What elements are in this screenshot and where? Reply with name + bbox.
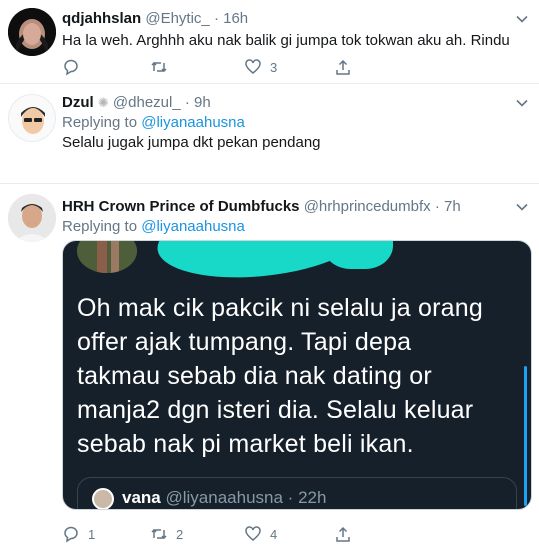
image-avatar: [77, 241, 137, 273]
retweet-button[interactable]: 2: [150, 524, 183, 544]
avatar[interactable]: [8, 94, 56, 142]
reply-icon: [64, 59, 78, 76]
reply-handle-link[interactable]: @liyanaahusna: [141, 218, 245, 235]
tweet-text: Selalu jugak jumpa dkt pekan pendang: [62, 134, 321, 151]
quoted-name: vana: [122, 488, 161, 507]
quoted-handle: @liyanaahusna: [165, 488, 283, 507]
quoted-time: 22h: [298, 488, 327, 507]
like-count: 3: [270, 59, 278, 75]
image-scrollbar: [524, 366, 527, 506]
tweet-header: qdjahhslan @Ehytic_ · 16h: [62, 10, 249, 27]
retweet-icon: [151, 61, 167, 73]
display-name[interactable]: HRH Crown Prince of Dumbfucks: [62, 198, 300, 215]
display-name[interactable]: Dzul: [62, 94, 94, 111]
tweet-header: Dzul ✺ @dhezul_ · 9h: [62, 94, 211, 111]
quoted-avatar: [92, 488, 114, 509]
handle[interactable]: @Ehytic_: [145, 10, 209, 27]
tweet-image[interactable]: Oh mak cik pakcik ni selalu ja orang off…: [62, 240, 532, 510]
timestamp[interactable]: 16h: [223, 10, 248, 27]
heart-icon: [245, 526, 261, 541]
chevron-down-icon[interactable]: [515, 200, 529, 214]
tweet-text: Ha la weh. Arghhh aku nak balik gi jumpa…: [62, 32, 510, 49]
reply-count: 1: [88, 526, 96, 542]
replying-to: Replying to @liyanaahusna: [62, 218, 245, 235]
timestamp[interactable]: 9h: [194, 94, 211, 111]
timestamp[interactable]: 7h: [444, 198, 461, 215]
redaction-scribble: [323, 241, 393, 269]
like-button[interactable]: 4: [244, 524, 277, 544]
share-icon: [336, 59, 350, 75]
avatar[interactable]: [8, 194, 56, 242]
retweet-icon: [151, 528, 167, 540]
reply-button[interactable]: [62, 57, 88, 77]
share-icon: [336, 526, 350, 542]
reply-button[interactable]: 1: [62, 524, 95, 544]
image-text: Oh mak cik pakcik ni selalu ja orang off…: [77, 294, 483, 458]
reply-handle-link[interactable]: @liyanaahusna: [141, 114, 245, 131]
handle[interactable]: @hrhprincedumbfx: [304, 198, 431, 215]
tweet-actions: 3: [62, 57, 362, 77]
like-button[interactable]: 3: [244, 57, 277, 77]
heart-icon: [245, 59, 261, 74]
share-button[interactable]: [334, 57, 352, 77]
avatar[interactable]: [8, 8, 56, 56]
display-name[interactable]: qdjahhslan: [62, 10, 141, 27]
replying-to: Replying to @liyanaahusna: [62, 114, 245, 131]
chevron-down-icon[interactable]: [515, 12, 529, 26]
tweet-2[interactable]: Dzul ✺ @dhezul_ · 9h Replying to @liyana…: [0, 84, 539, 184]
sparkle-icon: ✺: [97, 95, 109, 110]
quoted-tweet: vana @liyanaahusna · 22h: [77, 477, 517, 509]
share-button[interactable]: [334, 524, 352, 544]
chevron-down-icon[interactable]: [515, 96, 529, 110]
retweet-button[interactable]: [150, 57, 176, 77]
like-count: 4: [270, 526, 278, 542]
tweet-header: HRH Crown Prince of Dumbfucks @hrhprince…: [62, 198, 461, 215]
reply-icon: [64, 526, 78, 543]
handle[interactable]: @dhezul_: [113, 94, 181, 111]
tweet-actions: 1 2 4: [62, 524, 362, 544]
tweet-1[interactable]: qdjahhslan @Ehytic_ · 16h Ha la weh. Arg…: [0, 0, 539, 84]
retweet-count: 2: [176, 526, 184, 542]
